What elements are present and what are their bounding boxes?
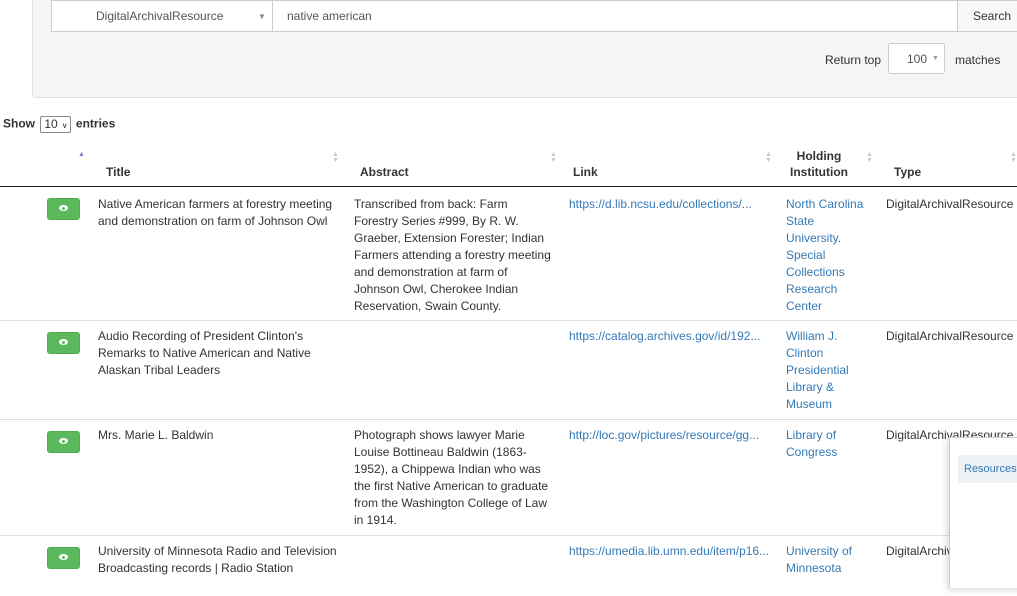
return-count-value: 100 — [907, 52, 928, 66]
sort-asc-icon[interactable]: ▲ — [78, 151, 85, 158]
view-button[interactable] — [47, 431, 80, 453]
table-row: Mrs. Marie L. Baldwin Photograph shows l… — [0, 420, 1017, 536]
row-link[interactable]: https://umedia.lib.umn.edu/item/p16... — [569, 543, 769, 560]
view-button[interactable] — [47, 332, 80, 354]
column-header-abstract[interactable]: Abstract ▲ ▼ — [354, 138, 557, 188]
search-button[interactable]: Search — [957, 0, 1017, 32]
return-top-label: Return top — [825, 53, 882, 67]
search-input[interactable]: native american — [287, 9, 372, 23]
matches-label: matches — [955, 53, 1001, 67]
row-type: DigitalArchivalResource — [886, 329, 1014, 343]
caret-down-icon: ▼ — [932, 55, 939, 62]
table-row: Audio Recording of President Clinton's R… — [0, 321, 1017, 420]
resources-popup: Resources — [949, 437, 1017, 588]
row-link[interactable]: http://loc.gov/pictures/resource/gg... — [569, 427, 769, 444]
search-panel: DigitalArchivalResource ▼ native america… — [32, 0, 1017, 98]
table-row: Native American farmers at forestry meet… — [0, 187, 1017, 321]
row-abstract: Photograph shows lawyer Marie Louise Bot… — [354, 428, 549, 527]
sort-icon: ▲ ▼ — [332, 151, 339, 164]
row-title: Audio Recording of President Clinton's R… — [98, 329, 311, 377]
row-institution-link[interactable]: North Carolina State University. Special… — [786, 196, 868, 315]
sort-icon: ▲ ▼ — [765, 151, 772, 164]
table-row: University of Minnesota Radio and Televi… — [0, 536, 1017, 596]
row-institution-link[interactable]: William J. Clinton Presidential Library … — [786, 328, 868, 413]
row-title: University of Minnesota Radio and Televi… — [98, 544, 337, 575]
popup-resources-item[interactable]: Resources — [958, 455, 1017, 483]
return-count-select[interactable]: 100 ▼ — [888, 43, 945, 74]
resource-type-select[interactable]: DigitalArchivalResource ▼ — [52, 1, 273, 31]
row-title: Mrs. Marie L. Baldwin — [98, 428, 214, 442]
holding-header-line1: Holding — [796, 149, 842, 163]
sort-icon: ▲ ▼ — [866, 151, 873, 164]
row-abstract: Transcribed from back: Farm Forestry Ser… — [354, 197, 551, 313]
row-link[interactable]: https://d.lib.ncsu.edu/collections/... — [569, 196, 769, 213]
column-header-link[interactable]: Link ▲ ▼ — [569, 138, 772, 188]
sort-icon: ▲ ▼ — [550, 151, 557, 164]
entries-label: entries — [75, 116, 116, 131]
table-header: ▲ Title ▲ ▼ Abstract ▲ ▼ Link ▲ ▼ Holding I… — [0, 138, 1017, 188]
entries-length-control: Show 10 ∨ entries — [3, 116, 115, 133]
view-button[interactable] — [47, 547, 80, 569]
column-header-type[interactable]: Type ▲ ▼ — [886, 138, 1017, 188]
entries-select[interactable]: 10 ∨ — [40, 116, 71, 133]
sort-icon: ▲ ▼ — [1010, 151, 1017, 164]
row-institution-link[interactable]: Library of Congress — [786, 427, 868, 461]
show-label: Show — [3, 116, 35, 131]
row-type: DigitalArchivalResource — [886, 197, 1014, 211]
holding-header-line2: Institution — [790, 165, 848, 179]
row-institution-link[interactable]: University of Minnesota — [786, 543, 868, 577]
search-bar: DigitalArchivalResource ▼ native america… — [51, 0, 1017, 32]
column-header-title[interactable]: Title ▲ ▼ — [98, 138, 339, 188]
entries-select-value: 10 — [44, 117, 58, 131]
row-link[interactable]: https://catalog.archives.gov/id/192... — [569, 328, 769, 345]
caret-down-icon: ▼ — [258, 12, 266, 21]
view-button[interactable] — [47, 198, 80, 220]
chevron-down-icon: ∨ — [61, 121, 68, 130]
column-header-holding-institution[interactable]: Holding Institution ▲ ▼ — [786, 138, 876, 188]
row-title: Native American farmers at forestry meet… — [98, 197, 333, 228]
resource-type-value: DigitalArchivalResource — [96, 9, 224, 23]
